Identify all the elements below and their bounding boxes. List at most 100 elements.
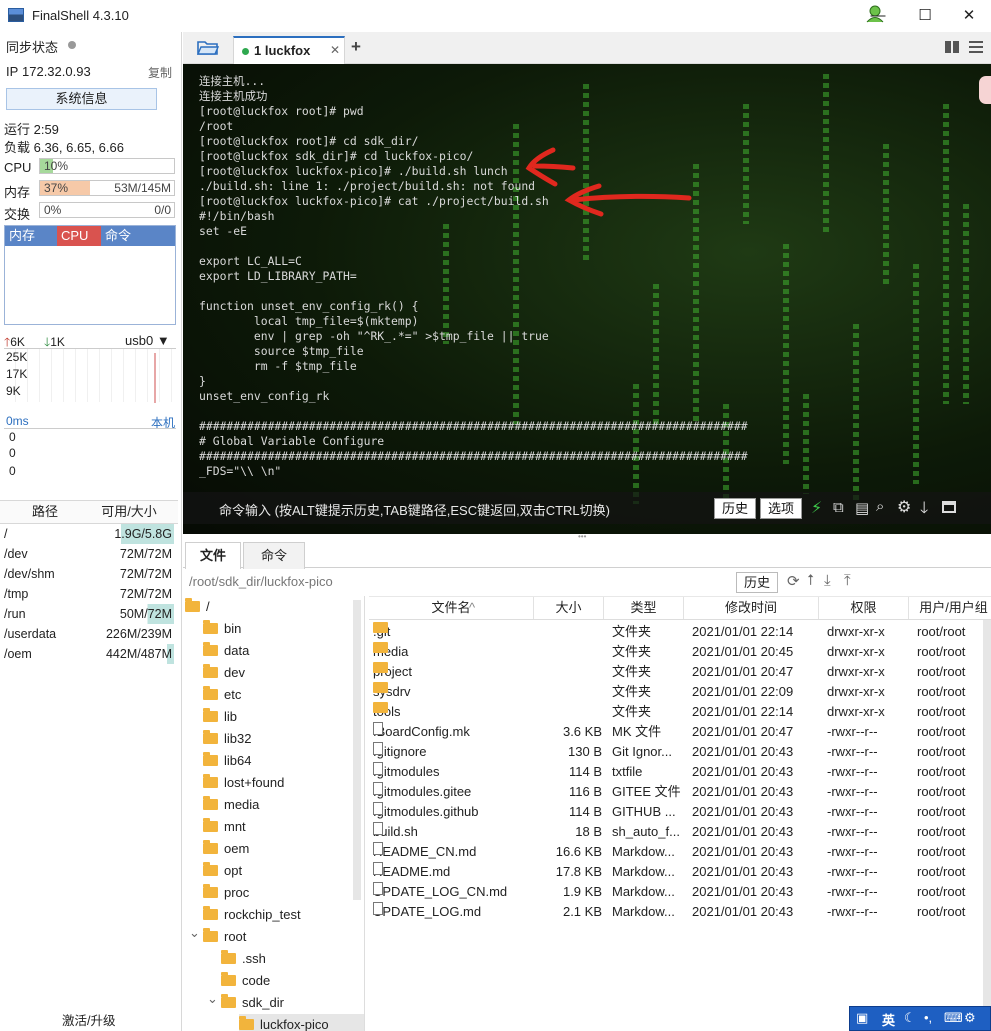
file-row[interactable]: .gitmodules 114 B txtfile 2021/01/01 20:43 -… [369, 762, 991, 782]
side-handle[interactable] [979, 76, 991, 104]
settings-icon[interactable]: ⚙ [964, 1010, 976, 1026]
disk-row[interactable]: /oem 442M/487M [0, 644, 178, 664]
lightning-icon[interactable]: ⚡ [811, 498, 822, 518]
punctuation-icon[interactable]: •, [924, 1010, 932, 1025]
tree-node[interactable]: opt [203, 860, 242, 882]
activate-upgrade-link[interactable]: 激活/升级 [62, 1010, 115, 1029]
file-row[interactable]: project 文件夹 2021/01/01 20:47 drwxr-xr-x root… [369, 662, 991, 682]
tab-memory[interactable]: 内存 [5, 226, 57, 246]
column-header-modified[interactable]: 修改时间 [684, 597, 819, 619]
tree-node[interactable]: bin [203, 618, 241, 640]
file-row[interactable]: build.sh 18 B sh_auto_f... 2021/01/01 20:43… [369, 822, 991, 842]
memory-label: 内存 [4, 185, 31, 200]
ime-language[interactable]: 英 [882, 1010, 895, 1029]
maximize-button[interactable]: ☐ [905, 4, 945, 28]
copy-ip-link[interactable]: 复制 [148, 64, 172, 81]
up-directory-icon[interactable]: ⭡ [807, 572, 814, 589]
tree-node[interactable]: lib32 [203, 728, 251, 750]
tab-luckfox[interactable]: 1 luckfox ✕ [233, 36, 345, 64]
tree-scrollbar[interactable] [353, 600, 361, 900]
list-scrollbar[interactable] [983, 620, 991, 1025]
history-button[interactable]: 历史 [714, 498, 756, 519]
fullscreen-icon[interactable] [942, 501, 956, 513]
moon-icon[interactable]: ☾ [904, 1010, 916, 1026]
tree-node[interactable]: etc [203, 684, 241, 706]
file-row[interactable]: UPDATE_LOG.md 2.1 KB Markdow... 2021/01/01 … [369, 902, 991, 922]
folder-open-icon[interactable] [197, 40, 219, 56]
tab-files[interactable]: 文件 [185, 542, 241, 569]
latency-tick: 0 [9, 430, 16, 444]
tab-cpu[interactable]: CPU [57, 226, 101, 246]
search-icon[interactable]: ⌕ [876, 498, 884, 515]
grid-view-icon[interactable] [945, 41, 959, 53]
disk-row[interactable]: /userdata 226M/239M [0, 624, 178, 644]
list-view-icon[interactable] [969, 41, 983, 53]
ime-toolbar[interactable]: ▣ 英 ☾ •, ⌨ ⚙ [849, 1006, 991, 1031]
download-icon[interactable]: ⤓ [824, 572, 831, 589]
tree-node[interactable]: media [203, 794, 259, 816]
tree-node[interactable]: proc [203, 882, 249, 904]
chevron-down-icon[interactable]: ⌄ [207, 988, 218, 1010]
file-row[interactable]: README.md 17.8 KB Markdow... 2021/01/01 20:… [369, 862, 991, 882]
tree-node[interactable]: luckfox-pico [239, 1014, 364, 1031]
tree-node[interactable]: lib64 [203, 750, 251, 772]
column-header-owner[interactable]: 用户/用户组 [909, 597, 991, 619]
tree-node[interactable]: / [185, 596, 210, 618]
tree-node[interactable]: lost+found [203, 772, 284, 794]
terminal-line: rm -f $tmp_file [199, 359, 357, 373]
file-type: Markdow... [612, 904, 675, 919]
tree-node[interactable]: data [203, 640, 249, 662]
file-row[interactable]: media 文件夹 2021/01/01 20:45 drwxr-xr-x root/r… [369, 642, 991, 662]
file-row[interactable]: .gitignore 130 B Git Ignor... 2021/01/01 20… [369, 742, 991, 762]
column-header-file-name[interactable]: 文件名 [369, 597, 534, 619]
upload-icon[interactable]: ⤒ [844, 572, 851, 589]
command-input-bar[interactable]: 命令输入 (按ALT键提示历史,TAB键路径,ESC键返回,双击CTRL切换) … [183, 492, 991, 524]
tree-node[interactable]: lib [203, 706, 237, 728]
file-row[interactable]: .gitmodules.github 114 B GITHUB ... 2021/01… [369, 802, 991, 822]
file-row[interactable]: .git 文件夹 2021/01/01 22:14 drwxr-xr-x root/ro… [369, 622, 991, 642]
path-history-button[interactable]: 历史 [736, 572, 778, 593]
file-row[interactable]: README_CN.md 16.6 KB Markdow... 2021/01/01 … [369, 842, 991, 862]
current-path[interactable]: /root/sdk_dir/luckfox-pico [189, 574, 333, 589]
tree-node[interactable]: .ssh [221, 948, 266, 970]
tree-node[interactable]: oem [203, 838, 249, 860]
terminal-output[interactable]: 连接主机... 连接主机成功 [root@luckfox root]# pwd/ro… [199, 74, 748, 479]
disk-row[interactable]: /run 50M/72M [0, 604, 178, 624]
copy-icon[interactable]: ⧉ [833, 499, 844, 516]
arrow-down-icon[interactable]: 🡓 [920, 497, 928, 524]
close-tab-icon[interactable]: ✕ [330, 43, 340, 57]
folder-icon [203, 818, 218, 832]
tab-command[interactable]: 命令 [101, 226, 135, 246]
paste-icon[interactable]: ▤ [855, 499, 869, 517]
tab-commands[interactable]: 命令 [243, 542, 305, 569]
tree-node[interactable]: rockchip_test [203, 904, 301, 926]
keyboard-icon[interactable]: ⌨ [944, 1010, 963, 1026]
terminal[interactable]: 连接主机... 连接主机成功 [root@luckfox root]# pwd/ro… [183, 64, 991, 534]
tree-node[interactable]: ⌄ root [189, 925, 246, 948]
add-tab-button[interactable]: + [351, 37, 361, 57]
refresh-icon[interactable]: ⟳ [787, 572, 800, 590]
file-row[interactable]: tools 文件夹 2021/01/01 22:14 drwxr-xr-x root/r… [369, 702, 991, 722]
gear-icon[interactable]: ⚙ [897, 497, 911, 517]
tree-node[interactable]: code [221, 970, 270, 992]
disk-row[interactable]: / 1.9G/5.8G [0, 524, 178, 544]
file-row[interactable]: .BoardConfig.mk 3.6 KB MK 文件 2021/01/01 20:… [369, 722, 991, 742]
tree-node[interactable]: mnt [203, 816, 246, 838]
options-button[interactable]: 选项 [760, 498, 802, 519]
disk-row[interactable]: /dev 72M/72M [0, 544, 178, 564]
disk-row[interactable]: /tmp 72M/72M [0, 584, 178, 604]
system-info-button[interactable]: 系统信息 [6, 88, 157, 110]
tree-node[interactable]: ⌄ sdk_dir [207, 991, 284, 1014]
column-header-permissions[interactable]: 权限 [819, 597, 909, 619]
chevron-down-icon[interactable]: ⌄ [189, 922, 200, 944]
tree-node[interactable]: dev [203, 662, 245, 684]
file-row[interactable]: .gitmodules.gitee 116 B GITEE 文件 2021/01/01… [369, 782, 991, 802]
disk-row[interactable]: /dev/shm 72M/72M [0, 564, 178, 584]
column-header-size[interactable]: 大小 [534, 597, 604, 619]
column-header-type[interactable]: 类型 [604, 597, 684, 619]
close-button[interactable]: ✕ [949, 4, 989, 28]
minimize-button[interactable]: — [858, 4, 898, 28]
interface-select[interactable]: usb0 ▼ [125, 333, 170, 348]
file-row[interactable]: sysdrv 文件夹 2021/01/01 22:09 drwxr-xr-x root/… [369, 682, 991, 702]
file-row[interactable]: UPDATE_LOG_CN.md 1.9 KB Markdow... 2021/01/… [369, 882, 991, 902]
